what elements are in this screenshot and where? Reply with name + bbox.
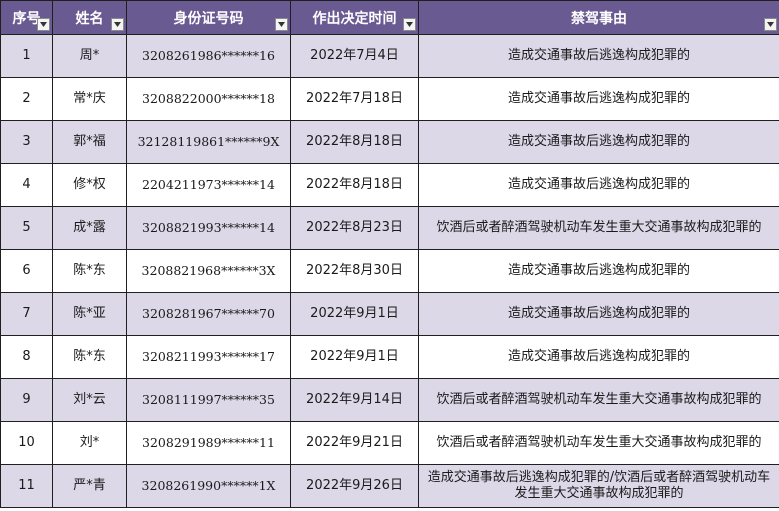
ban-list-table: 序号 姓名 身份证号码 作出决定时间 禁驾事由 1 周* 3208261986***… — [0, 0, 779, 508]
cell-id[interactable]: 32128119861******9X — [126, 120, 291, 164]
filter-dropdown-icon[interactable] — [764, 18, 777, 31]
cell-date[interactable]: 2022年7月18日 — [290, 77, 419, 121]
table-row: 5 成*露 3208821993******14 2022年8月23日 饮酒后或者醉酒驾… — [0, 206, 779, 250]
header-name: 姓名 — [52, 0, 127, 35]
header-name-label: 姓名 — [75, 10, 104, 27]
header-seq: 序号 — [0, 0, 53, 35]
cell-name[interactable]: 严*青 — [52, 464, 127, 508]
spreadsheet: 序号 姓名 身份证号码 作出决定时间 禁驾事由 1 周* 3208261986***… — [0, 0, 779, 511]
cell-seq[interactable]: 4 — [0, 163, 53, 207]
table-row: 7 陈*亚 3208281967******70 2022年9月1日 造成交通事故后逃逸… — [0, 292, 779, 336]
cell-id[interactable]: 2204211973******14 — [126, 163, 291, 207]
header-reason: 禁驾事由 — [418, 0, 779, 35]
cell-date[interactable]: 2022年8月18日 — [290, 163, 419, 207]
cell-name[interactable]: 修*权 — [52, 163, 127, 207]
cell-name[interactable]: 陈*东 — [52, 335, 127, 379]
filter-dropdown-icon[interactable] — [37, 18, 50, 31]
cell-seq[interactable]: 2 — [0, 77, 53, 121]
table-row: 6 陈*东 3208821968******3X 2022年8月30日 造成交通事故后逃… — [0, 249, 779, 293]
cell-date[interactable]: 2022年8月23日 — [290, 206, 419, 250]
filter-dropdown-icon[interactable] — [403, 18, 416, 31]
cell-id[interactable]: 3208281967******70 — [126, 292, 291, 336]
cell-name[interactable]: 陈*亚 — [52, 292, 127, 336]
header-id: 身份证号码 — [126, 0, 291, 35]
cell-date[interactable]: 2022年8月30日 — [290, 249, 419, 293]
cell-date[interactable]: 2022年9月26日 — [290, 464, 419, 508]
cell-reason[interactable]: 造成交通事故后逃逸构成犯罪的 — [418, 34, 779, 78]
header-row: 序号 姓名 身份证号码 作出决定时间 禁驾事由 — [0, 0, 779, 35]
cell-date[interactable]: 2022年9月1日 — [290, 292, 419, 336]
cell-name[interactable]: 郭*福 — [52, 120, 127, 164]
cell-seq[interactable]: 1 — [0, 34, 53, 78]
cell-seq[interactable]: 11 — [0, 464, 53, 508]
cell-reason[interactable]: 造成交通事故后逃逸构成犯罪的 — [418, 292, 779, 336]
cell-reason[interactable]: 造成交通事故后逃逸构成犯罪的 — [418, 120, 779, 164]
cell-id[interactable]: 3208111997******35 — [126, 378, 291, 422]
cell-reason[interactable]: 饮酒后或者醉酒驾驶机动车发生重大交通事故构成犯罪的 — [418, 378, 779, 422]
header-id-label: 身份证号码 — [173, 10, 244, 27]
cell-reason[interactable]: 饮酒后或者醉酒驾驶机动车发生重大交通事故构成犯罪的 — [418, 421, 779, 465]
cell-id[interactable]: 3208261990******1X — [126, 464, 291, 508]
table-row: 1 周* 3208261986******16 2022年7月4日 造成交通事故后逃逸构… — [0, 34, 779, 78]
cell-seq[interactable]: 10 — [0, 421, 53, 465]
header-date: 作出决定时间 — [290, 0, 419, 35]
cell-seq[interactable]: 3 — [0, 120, 53, 164]
cell-id[interactable]: 3208211993******17 — [126, 335, 291, 379]
cell-date[interactable]: 2022年9月21日 — [290, 421, 419, 465]
table-body: 1 周* 3208261986******16 2022年7月4日 造成交通事故后逃逸构… — [0, 34, 779, 508]
cell-name[interactable]: 常*庆 — [52, 77, 127, 121]
cell-date[interactable]: 2022年8月18日 — [290, 120, 419, 164]
header-date-label: 作出决定时间 — [312, 10, 397, 27]
cell-name[interactable]: 刘* — [52, 421, 127, 465]
cell-name[interactable]: 成*露 — [52, 206, 127, 250]
table-row: 11 严*青 3208261990******1X 2022年9月26日 造成交通事故后… — [0, 464, 779, 508]
cell-seq[interactable]: 8 — [0, 335, 53, 379]
cell-name[interactable]: 陈*东 — [52, 249, 127, 293]
filter-dropdown-icon[interactable] — [275, 18, 288, 31]
cell-seq[interactable]: 6 — [0, 249, 53, 293]
table-row: 4 修*权 2204211973******14 2022年8月18日 造成交通事故后逃… — [0, 163, 779, 207]
cell-reason[interactable]: 造成交通事故后逃逸构成犯罪的 — [418, 249, 779, 293]
cell-seq[interactable]: 7 — [0, 292, 53, 336]
cell-reason[interactable]: 造成交通事故后逃逸构成犯罪的 — [418, 77, 779, 121]
cell-seq[interactable]: 5 — [0, 206, 53, 250]
cell-reason[interactable]: 造成交通事故后逃逸构成犯罪的 — [418, 163, 779, 207]
cell-id[interactable]: 3208821968******3X — [126, 249, 291, 293]
table-row: 8 陈*东 3208211993******17 2022年9月1日 造成交通事故后逃逸… — [0, 335, 779, 379]
cell-name[interactable]: 周* — [52, 34, 127, 78]
table-row: 10 刘* 3208291989******11 2022年9月21日 饮酒后或者醉酒驾… — [0, 421, 779, 465]
cell-date[interactable]: 2022年9月1日 — [290, 335, 419, 379]
header-reason-label: 禁驾事由 — [571, 10, 627, 27]
cell-reason[interactable]: 造成交通事故后逃逸构成犯罪的 — [418, 335, 779, 379]
cell-id[interactable]: 3208822000******18 — [126, 77, 291, 121]
cell-reason[interactable]: 饮酒后或者醉酒驾驶机动车发生重大交通事故构成犯罪的 — [418, 206, 779, 250]
cell-id[interactable]: 3208291989******11 — [126, 421, 291, 465]
cell-id[interactable]: 3208821993******14 — [126, 206, 291, 250]
table-row: 3 郭*福 32128119861******9X 2022年8月18日 造成交通事故后… — [0, 120, 779, 164]
cell-reason[interactable]: 造成交通事故后逃逸构成犯罪的/饮酒后或者醉酒驾驶机动车发生重大交通事故构成犯罪的 — [418, 464, 779, 508]
cell-seq[interactable]: 9 — [0, 378, 53, 422]
cell-date[interactable]: 2022年7月4日 — [290, 34, 419, 78]
table-row: 2 常*庆 3208822000******18 2022年7月18日 造成交通事故后逃… — [0, 77, 779, 121]
cell-name[interactable]: 刘*云 — [52, 378, 127, 422]
cell-date[interactable]: 2022年9月14日 — [290, 378, 419, 422]
cell-id[interactable]: 3208261986******16 — [126, 34, 291, 78]
filter-dropdown-icon[interactable] — [111, 18, 124, 31]
table-row: 9 刘*云 3208111997******35 2022年9月14日 饮酒后或者醉酒驾… — [0, 378, 779, 422]
